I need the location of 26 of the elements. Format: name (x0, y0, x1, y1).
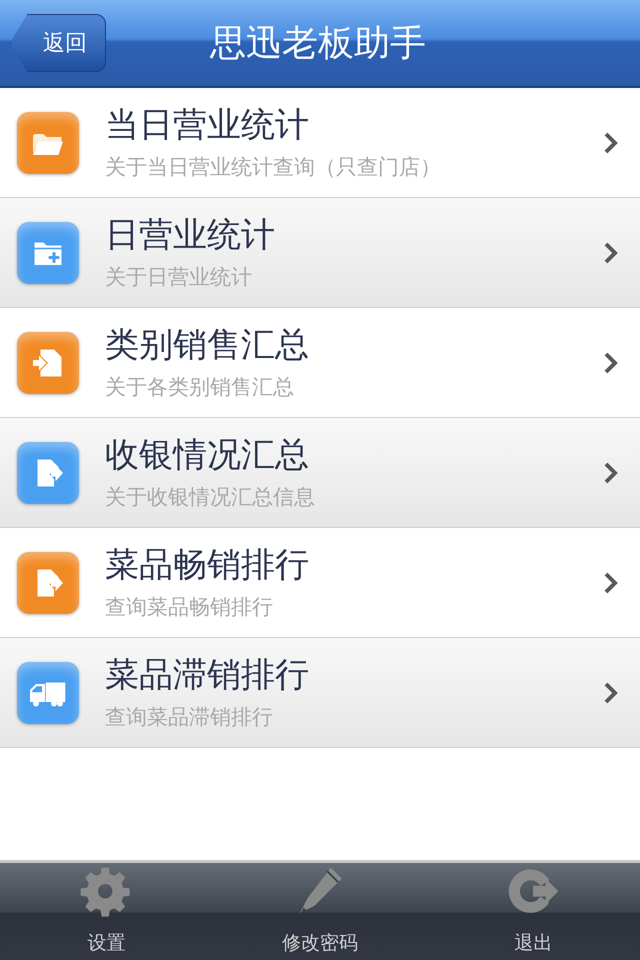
menu-title: 菜品滞销排行 (105, 654, 310, 694)
menu-item[interactable]: 菜品滞销排行 查询菜品滞销排行 (0, 638, 640, 748)
tab-item[interactable]: 设置 (0, 863, 214, 960)
menu-item[interactable]: 收银情况汇总 关于收银情况汇总信息 (0, 418, 640, 528)
menu-title: 菜品畅销排行 (105, 544, 310, 584)
tab-item[interactable]: 退出 (426, 863, 640, 960)
menu-title: 当日营业统计 (105, 104, 310, 144)
back-button[interactable]: 返回 (10, 14, 106, 72)
chevron-icon (604, 352, 618, 374)
menu-title: 类别销售汇总 (105, 324, 310, 364)
menu-item[interactable]: 日营业统计 关于日营业统计 (0, 198, 640, 308)
chevron-icon (604, 462, 618, 484)
chevron-icon (604, 132, 618, 154)
window-title: 思迅老板助手 (208, 22, 427, 66)
menu-title: 日营业统计 (105, 214, 276, 254)
menu-subtitle: 关于收银情况汇总信息 (105, 484, 316, 510)
menu-subtitle: 关于日营业统计 (105, 264, 253, 290)
tab-item[interactable]: 修改密码 (213, 863, 427, 960)
menu-title: 收银情况汇总 (105, 434, 310, 474)
menu-subtitle: 查询菜品畅销排行 (105, 594, 274, 620)
chevron-icon (604, 682, 618, 704)
chevron-icon (604, 572, 618, 594)
menu-subtitle: 关于各类别销售汇总 (105, 374, 295, 400)
menu-subtitle: 查询菜品滞销排行 (105, 704, 274, 730)
chevron-icon (604, 242, 618, 264)
menu-subtitle: 关于当日营业统计查询（只查门店） (105, 154, 442, 180)
